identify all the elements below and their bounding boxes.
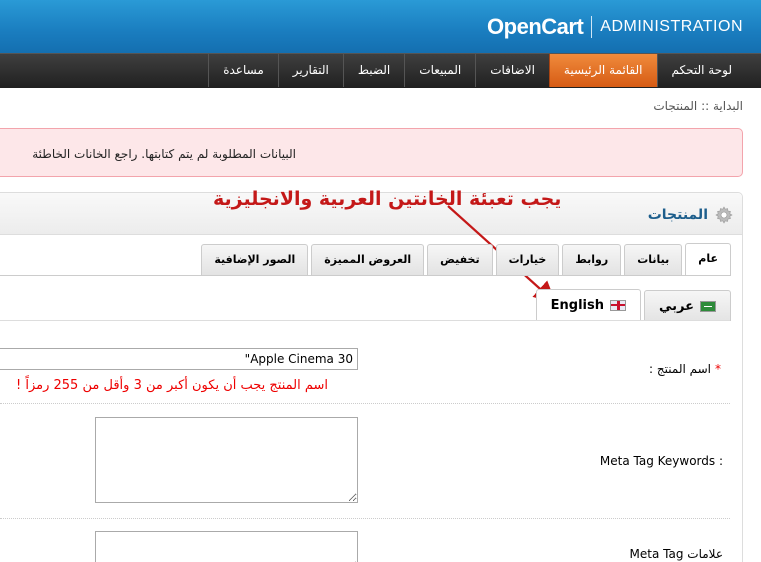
language-arabic-label: عربي: [658, 298, 694, 314]
language-english-label: English: [550, 298, 604, 313]
brand-divider: [591, 16, 593, 38]
admin-title: ADMINISTRATION: [600, 18, 743, 35]
saudi-flag-icon: [700, 300, 716, 312]
language-tabs: عربي English: [533, 289, 731, 321]
breadcrumb-home[interactable]: البداية: [713, 99, 743, 113]
tab-language-english[interactable]: English: [535, 289, 641, 321]
page-title-text: المنتجات: [647, 207, 708, 223]
tab-discount[interactable]: تخفيض: [427, 244, 493, 276]
tab-language-arabic[interactable]: عربي: [643, 290, 731, 321]
opencart-logo[interactable]: OpenCart: [487, 14, 584, 40]
warning-alert: البيانات المطلوبة لم يتم كتابتها. راجع ا…: [0, 128, 743, 177]
form-row-divider: [0, 518, 730, 519]
menu-item-catalog[interactable]: القائمة الرئيسية: [548, 54, 657, 87]
required-mark: *: [715, 362, 721, 376]
product-name-label-text: اسم المنتج :: [649, 362, 711, 376]
product-name-input[interactable]: [0, 348, 358, 370]
brand: OpenCart ADMINISTRATION: [487, 14, 743, 40]
product-name-label: * اسم المنتج :: [649, 362, 721, 376]
menu-item-extensions[interactable]: الاضافات: [475, 54, 549, 87]
meta-keywords-label: Meta Tag Keywords :: [599, 454, 723, 468]
menu-item-settings[interactable]: الضبط: [342, 54, 404, 87]
tab-special[interactable]: العروض المميزة: [311, 244, 425, 276]
top-header: OpenCart ADMINISTRATION: [0, 0, 761, 53]
tab-data[interactable]: بيانات: [624, 244, 683, 276]
menu-item-sales[interactable]: المبيعات: [404, 54, 475, 87]
breadcrumb-separator: ::: [697, 99, 713, 113]
uk-flag-icon: [609, 300, 626, 311]
breadcrumb-current[interactable]: المنتجات: [653, 99, 697, 113]
meta-description-textarea[interactable]: [95, 531, 358, 562]
menu-item-reports[interactable]: التقارير: [277, 54, 343, 87]
tab-general[interactable]: عام: [685, 243, 731, 276]
tab-images[interactable]: الصور الإضافية: [201, 244, 309, 276]
product-tabs: عام بيانات روابط خيارات تخفيض العروض الم…: [198, 243, 731, 276]
menu-list: لوحة التحكم القائمة الرئيسية الاضافات ال…: [208, 54, 746, 87]
product-name-error: اسم المنتج يجب أن يكون أكبر من 3 وأقل من…: [16, 378, 329, 393]
breadcrumb: البداية :: المنتجات: [653, 99, 743, 113]
tab-options[interactable]: خيارات: [495, 244, 560, 276]
gear-icon: [715, 206, 733, 224]
meta-description-label: علامات Meta Tag: [629, 547, 723, 561]
form-row-divider: [0, 403, 730, 404]
language-tabs-divider: [0, 320, 730, 321]
main-menu: لوحة التحكم القائمة الرئيسية الاضافات ال…: [0, 53, 761, 88]
menu-item-dashboard[interactable]: لوحة التحكم: [656, 54, 747, 87]
tabs-divider: [0, 275, 730, 276]
meta-keywords-textarea[interactable]: [95, 417, 358, 503]
menu-item-help[interactable]: مساعدة: [208, 54, 278, 87]
warning-text: البيانات المطلوبة لم يتم كتابتها. راجع ا…: [32, 147, 296, 161]
tab-links[interactable]: روابط: [562, 244, 622, 276]
page-title: المنتجات: [648, 205, 734, 225]
